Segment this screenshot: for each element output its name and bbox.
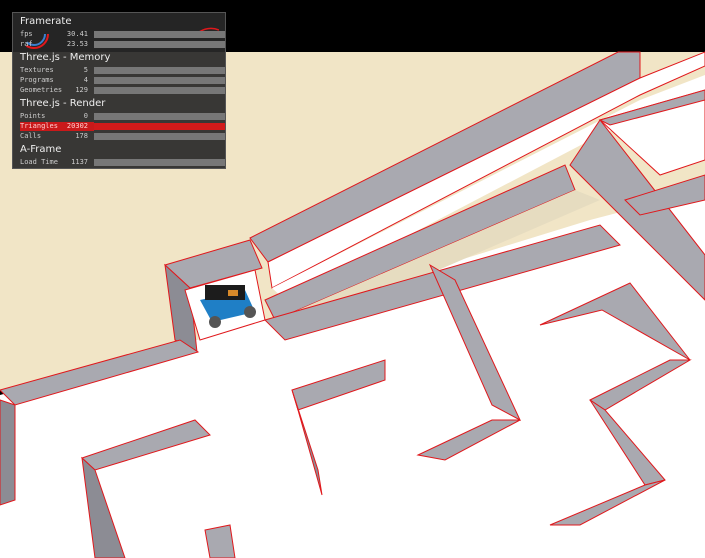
stats-bar [94,31,225,38]
stats-bar [94,77,225,84]
stats-value: 23.53 [66,40,88,48]
stats-label: Triangles [20,122,58,130]
stats-section-title: Three.js - Memory [20,52,111,63]
stats-bar [94,123,225,130]
stats-label: Textures [20,66,54,74]
stats-label: Calls [20,132,42,140]
maze-wall [0,399,16,506]
stats-label: Programs [20,76,54,84]
stats-section-title: Three.js - Render [20,98,106,109]
stats-value: 4 [83,76,88,84]
stats-row: Entities 138 [20,168,222,169]
stats-value: 178 [75,132,88,140]
robot-wheel [209,316,221,328]
stats-row: Points 0 [20,112,225,121]
stats-label: Geometries [20,86,63,94]
stats-panel: Framerate fps 30.41 raf 23.53 Three.js - Memo… [12,12,226,169]
stats-row-highlight [20,168,94,169]
stats-bar [94,41,225,48]
stats-section-title: A-Frame [20,144,62,155]
stats-label: Entities [20,168,54,169]
robot-wheel [244,306,256,318]
stats-value: 129 [75,86,88,94]
stats-row: Load Time 1137 [20,158,225,167]
stats-row: fps 30.41 [20,30,225,39]
stats-value: 5 [83,66,88,74]
maze-wall [204,524,236,558]
stats-section-title: Framerate [20,16,72,27]
robot-board [205,285,245,300]
stats-bar [94,159,225,166]
stats-label: fps [20,30,33,38]
robot-sensor [228,290,238,296]
stats-row: Geometries 129 [20,86,225,95]
stats-bar [94,133,225,140]
stats-row: Triangles 20302 [20,122,225,131]
stats-label: Points [20,112,46,120]
stats-bar [94,67,225,74]
stats-label: raf [20,40,33,48]
stats-row: raf 23.53 [20,40,225,49]
stats-row: Textures 5 [20,66,225,75]
stats-row: Programs 4 [20,76,225,85]
stats-value: 0 [83,112,88,120]
stats-bar [94,113,225,120]
stats-value: 138 [75,168,88,169]
stats-row: Calls 178 [20,132,225,141]
stats-bar [94,87,225,94]
stats-value: 20302 [66,122,88,130]
stats-value: 30.41 [66,30,88,38]
stats-value: 1137 [71,158,88,166]
stats-label: Load Time [20,158,58,166]
